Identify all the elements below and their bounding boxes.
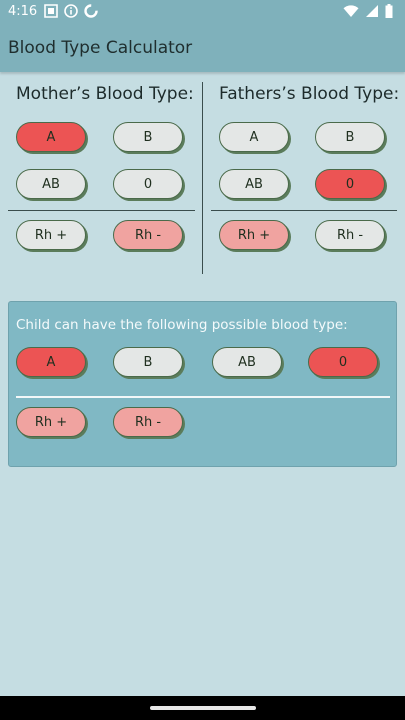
mother-type-b-button[interactable]: B	[113, 122, 183, 152]
result-rh-plus: Rh +	[16, 407, 86, 437]
father-divider	[211, 210, 397, 211]
info-icon	[64, 4, 78, 18]
wifi-icon	[343, 5, 359, 17]
father-type-ab-button[interactable]: AB	[219, 169, 289, 199]
result-type-0: 0	[308, 347, 378, 377]
father-type-a-button[interactable]: A	[219, 122, 289, 152]
result-label: Child can have the following possible bl…	[16, 317, 348, 333]
result-type-a: A	[16, 347, 86, 377]
result-divider	[16, 396, 390, 398]
status-time: 4:16	[8, 4, 38, 19]
father-rh-plus-button[interactable]: Rh +	[219, 220, 289, 250]
mother-rh-minus-button[interactable]: Rh -	[113, 220, 183, 250]
status-bar: 4:16	[0, 0, 405, 24]
navigation-bar	[0, 696, 405, 720]
father-rh-minus-button[interactable]: Rh -	[315, 220, 385, 250]
mother-rh-plus-button[interactable]: Rh +	[16, 220, 86, 250]
result-card: Child can have the following possible bl…	[8, 301, 397, 467]
parents-divider	[202, 82, 203, 274]
app-bar: Blood Type Calculator	[0, 24, 405, 72]
father-type-b-button[interactable]: B	[315, 122, 385, 152]
result-type-b: B	[113, 347, 183, 377]
app-title: Blood Type Calculator	[8, 38, 193, 58]
system-icon	[44, 4, 58, 18]
result-rh-minus: Rh -	[113, 407, 183, 437]
mother-heading: Mother’s Blood Type:	[16, 84, 194, 104]
mother-type-a-button[interactable]: A	[16, 122, 86, 152]
signal-icon	[366, 5, 378, 17]
mother-type-ab-button[interactable]: AB	[16, 169, 86, 199]
status-icons-left	[44, 4, 98, 18]
mother-divider	[8, 210, 195, 211]
mother-type-0-button[interactable]: 0	[113, 169, 183, 199]
father-type-0-button[interactable]: 0	[315, 169, 385, 199]
father-heading: Fathers’s Blood Type:	[219, 84, 400, 104]
data-saver-icon	[84, 4, 98, 18]
home-gesture-handle[interactable]	[150, 706, 256, 710]
battery-icon	[385, 4, 393, 18]
result-type-ab: AB	[212, 347, 282, 377]
status-icons-right	[343, 4, 393, 18]
